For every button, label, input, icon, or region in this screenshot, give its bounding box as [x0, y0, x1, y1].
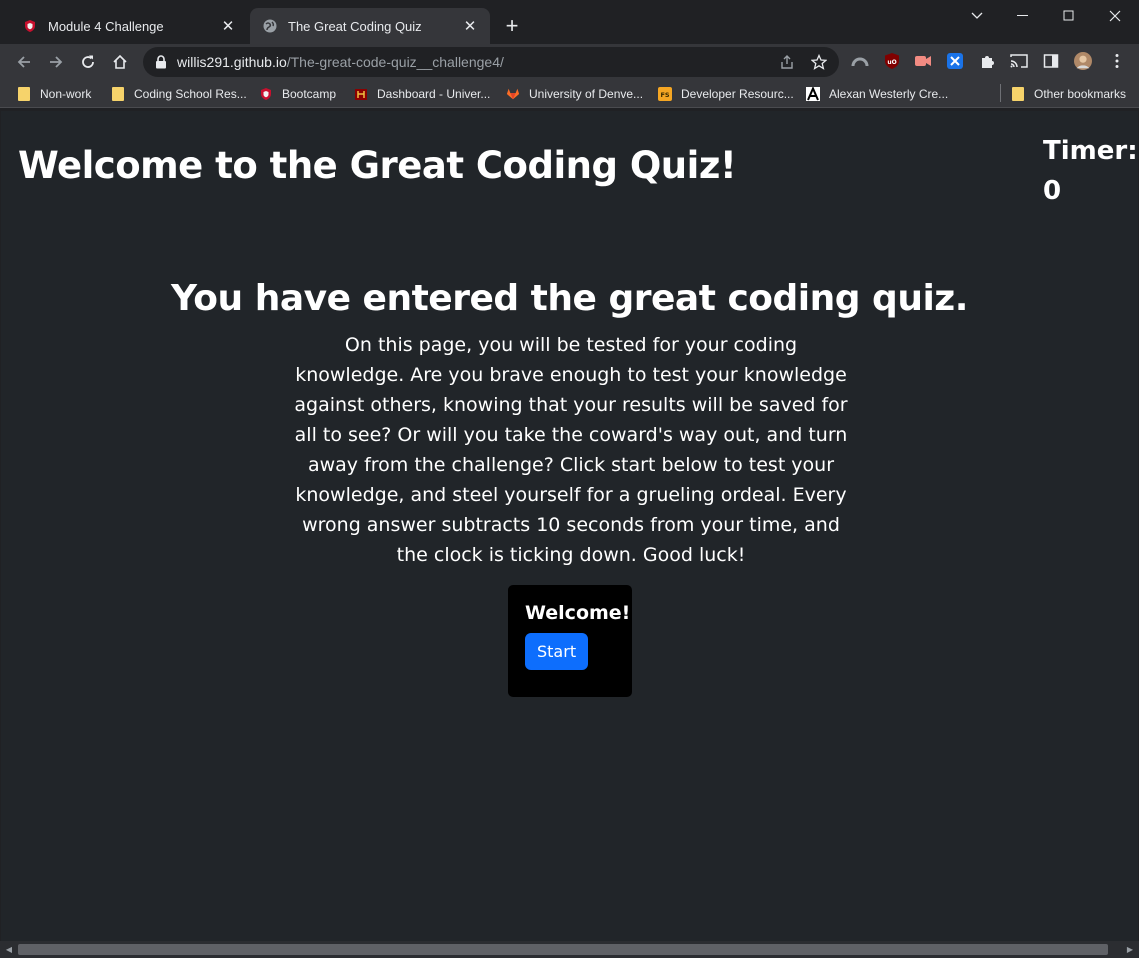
- home-icon[interactable]: [106, 48, 134, 76]
- intro-heading: You have entered the great coding quiz.: [171, 278, 968, 319]
- timer: Timer: 0: [1043, 131, 1138, 211]
- bookmark-developer-resources[interactable]: FS Developer Resourc...: [658, 84, 794, 104]
- x-extension-icon[interactable]: [946, 52, 964, 70]
- bookmark-star-icon[interactable]: [811, 54, 827, 70]
- ublock-icon[interactable]: uO: [883, 52, 901, 70]
- bookmark-label: Alexan Westerly Cre...: [829, 87, 949, 101]
- start-button[interactable]: Start: [525, 633, 589, 670]
- svg-text:FS: FS: [660, 91, 669, 99]
- shield-icon: [259, 87, 273, 101]
- globe-icon: [262, 18, 278, 34]
- back-arrow-icon[interactable]: [10, 48, 38, 76]
- bookmark-non-work[interactable]: Non-work: [17, 84, 91, 104]
- close-window-icon[interactable]: [1092, 0, 1138, 32]
- record-extension-icon[interactable]: [914, 52, 932, 70]
- close-tab-icon[interactable]: ✕: [462, 18, 478, 35]
- bookmarks-divider: [1000, 84, 1001, 102]
- side-panel-icon[interactable]: [1042, 52, 1060, 70]
- page-viewport: Welcome to the Great Coding Quiz! Timer:…: [1, 111, 1138, 941]
- gitlab-icon: [506, 87, 520, 101]
- bookmarks-bar: Non-work Coding School Res... Bootcamp D…: [0, 80, 1139, 108]
- scroll-right-arrow-icon[interactable]: ▶: [1124, 944, 1136, 955]
- a-icon: [806, 87, 820, 101]
- tab-title: The Great Coding Quiz: [288, 18, 422, 34]
- bookmark-university-denver[interactable]: University of Denve...: [506, 84, 643, 104]
- tab-module-4-challenge[interactable]: Module 4 Challenge ✕: [10, 8, 248, 44]
- card-title: Welcome!: [525, 602, 631, 624]
- bookmark-alexan-westerly[interactable]: Alexan Westerly Cre...: [806, 84, 948, 104]
- menu-kebab-icon[interactable]: [1108, 52, 1126, 70]
- minimize-icon[interactable]: [1000, 0, 1046, 32]
- forward-arrow-icon[interactable]: [42, 48, 70, 76]
- bookmark-coding-school[interactable]: Coding School Res...: [111, 84, 247, 104]
- url-path: /The-great-code-quiz__challenge4/: [286, 54, 504, 70]
- profile-avatar[interactable]: [1074, 52, 1092, 70]
- bookmark-label: Developer Resourc...: [681, 87, 794, 101]
- reload-icon[interactable]: [74, 48, 102, 76]
- cast-icon[interactable]: [1010, 52, 1028, 70]
- bookmark-label: Dashboard - Univer...: [377, 87, 491, 101]
- folder-icon: [111, 87, 125, 101]
- horizontal-scrollbar[interactable]: ◀ ▶: [0, 941, 1139, 958]
- folder-icon: [1011, 87, 1025, 101]
- lock-icon: [155, 55, 169, 69]
- bookmark-label: Coding School Res...: [134, 87, 247, 101]
- scrollbar-thumb[interactable]: [18, 944, 1108, 955]
- close-tab-icon[interactable]: ✕: [220, 18, 236, 35]
- url-host: willis291.github.io: [177, 54, 287, 70]
- university-icon: [354, 87, 368, 101]
- welcome-card: Welcome! Start: [508, 585, 632, 697]
- extension-arc-icon[interactable]: [851, 52, 869, 70]
- address-bar[interactable]: willis291.github.io/The-great-code-quiz_…: [143, 47, 839, 77]
- maximize-icon[interactable]: [1046, 0, 1092, 32]
- share-icon[interactable]: [779, 54, 795, 70]
- bookmark-label: Bootcamp: [282, 87, 337, 101]
- browser-toolbar: willis291.github.io/The-great-code-quiz_…: [0, 44, 1139, 80]
- new-tab-button[interactable]: +: [500, 13, 524, 38]
- tab-great-coding-quiz[interactable]: The Great Coding Quiz ✕: [250, 8, 490, 44]
- fs-icon: FS: [658, 87, 672, 101]
- svg-text:uO: uO: [887, 59, 896, 66]
- scroll-left-arrow-icon[interactable]: ◀: [3, 944, 15, 955]
- bookmark-label: Non-work: [40, 87, 92, 101]
- other-bookmarks[interactable]: Other bookmarks: [1011, 84, 1126, 104]
- bookmark-dashboard[interactable]: Dashboard - Univer...: [354, 84, 490, 104]
- tab-title: Module 4 Challenge: [48, 18, 164, 34]
- folder-icon: [17, 87, 31, 101]
- extensions-puzzle-icon[interactable]: [978, 52, 996, 70]
- shield-icon: [22, 18, 38, 34]
- bookmark-bootcamp[interactable]: Bootcamp: [259, 84, 336, 104]
- page-title: Welcome to the Great Coding Quiz!: [18, 144, 737, 187]
- bookmark-label: University of Denve...: [529, 87, 644, 101]
- timer-label: Timer:: [1043, 136, 1138, 166]
- other-bookmarks-label: Other bookmarks: [1034, 87, 1127, 101]
- timer-value: 0: [1043, 176, 1062, 206]
- intro-text: On this page, you will be tested for you…: [294, 334, 848, 566]
- tab-search-chevron-icon[interactable]: [954, 0, 1000, 32]
- title-bar: Module 4 Challenge ✕ The Great Coding Qu…: [0, 0, 1139, 44]
